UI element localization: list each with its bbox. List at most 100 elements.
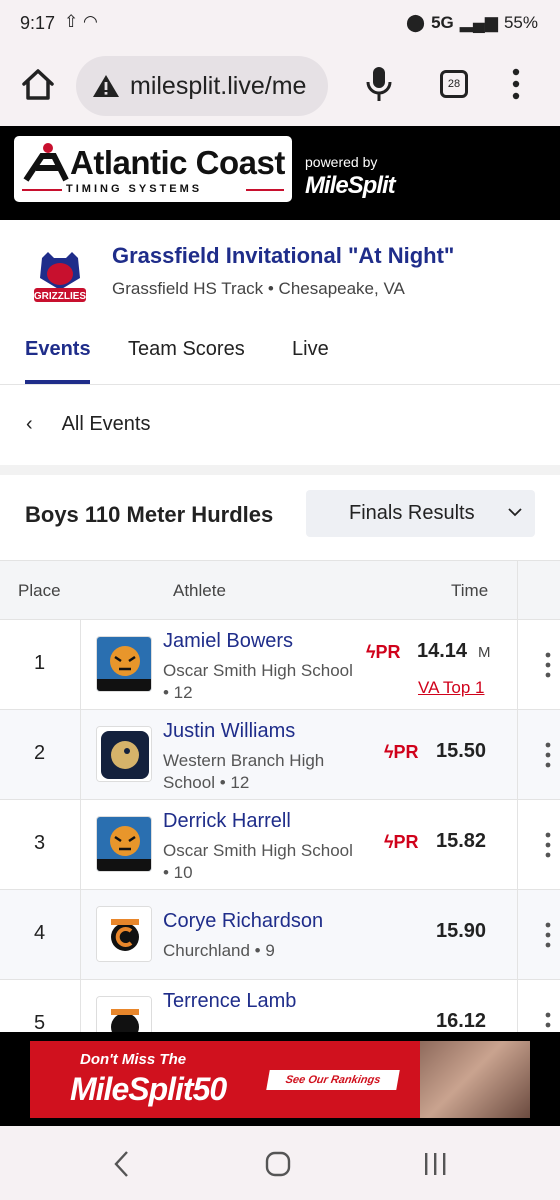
pr-badge: ϟPR xyxy=(366,642,401,663)
tab-events[interactable]: Events xyxy=(25,338,91,361)
rank-link[interactable]: VA Top 1 xyxy=(418,678,484,698)
powered-by-label: powered by xyxy=(305,154,378,170)
system-nav-bar xyxy=(0,1126,560,1200)
location-icon: ⬤ xyxy=(406,13,426,32)
all-events-link[interactable]: ‹ All Events xyxy=(26,413,151,436)
microphone-icon[interactable] xyxy=(364,64,394,104)
truckers-icon xyxy=(97,907,151,961)
tabs-divider xyxy=(0,384,560,385)
more-vert-icon[interactable] xyxy=(545,652,551,678)
header-place: Place xyxy=(18,581,61,600)
tiger-icon xyxy=(97,817,151,871)
section-divider xyxy=(0,465,560,475)
logo-rule-right xyxy=(246,189,284,191)
table-row[interactable]: 3 Derrick Harrell Oscar Smith High Schoo… xyxy=(0,800,560,890)
athlete-name-link[interactable]: Jamiel Bowers xyxy=(163,630,293,653)
signal-icon: ▂▄▆ xyxy=(459,13,498,32)
milesplit-logo[interactable]: MileSplit xyxy=(305,172,396,200)
meet-location: Grassfield HS Track • Chesapeake, VA xyxy=(112,279,405,298)
status-time: 9:17 xyxy=(20,13,56,33)
tab-switcher-button[interactable]: 28 xyxy=(440,70,468,98)
more-vert-icon[interactable] xyxy=(510,68,522,100)
more-vert-icon[interactable] xyxy=(545,832,551,858)
place-cell: 2 xyxy=(34,742,46,764)
home-icon[interactable] xyxy=(18,64,58,104)
tab-live[interactable]: Live xyxy=(292,338,329,361)
ad-line2: MileSplit50 xyxy=(70,1071,227,1107)
round-select[interactable]: Finals Results xyxy=(306,490,535,537)
table-row[interactable]: 2 Justin Williams Western Branch High Sc… xyxy=(0,710,560,800)
more-vert-icon[interactable] xyxy=(545,1012,551,1032)
truckers-icon xyxy=(97,997,151,1032)
time-mark: M xyxy=(478,644,491,661)
ad-photo xyxy=(420,1041,530,1118)
logo-line1: Atlantic Coast xyxy=(70,144,285,181)
site-header: Atlantic Coast TIMING SYSTEMS powered by… xyxy=(0,126,560,220)
pr-badge: ϟPR xyxy=(384,832,419,853)
table-row[interactable]: 4 Corye Richardson Churchland • 9 15.90 xyxy=(0,890,560,980)
ad-slot: Don't Miss The MileSplit50 See Our Ranki… xyxy=(0,1032,560,1126)
network-label: 5G xyxy=(431,13,454,32)
runner-logo-icon xyxy=(23,143,69,182)
oscar-smith-logo xyxy=(96,636,152,692)
athlete-name-link[interactable]: Derrick Harrell xyxy=(163,810,291,833)
time-cell: 15.90 xyxy=(436,920,487,942)
column-divider xyxy=(80,620,81,1032)
bolt-icon: ϟ xyxy=(384,832,394,852)
header-time: Time xyxy=(451,581,489,600)
back-nav-icon[interactable] xyxy=(112,1150,132,1178)
home-nav-icon[interactable] xyxy=(265,1151,291,1177)
round-select-value: Finals Results xyxy=(349,502,475,524)
status-right: ⬤ 5G ▂▄▆ 55% xyxy=(406,13,538,33)
all-events-label: All Events xyxy=(61,413,151,435)
oscar-smith-logo xyxy=(96,816,152,872)
pr-label: PR xyxy=(393,742,419,762)
browser-toolbar: milesplit.live/me 28 xyxy=(0,48,560,126)
recents-nav-icon[interactable] xyxy=(423,1151,447,1177)
column-divider xyxy=(517,560,518,1032)
place-cell: 3 xyxy=(34,832,46,854)
tiger-icon xyxy=(97,637,151,691)
more-vert-icon[interactable] xyxy=(545,922,551,948)
table-row[interactable]: 5 Terrence Lamb 16.12 xyxy=(0,980,560,1032)
table-row[interactable]: 1 Jamiel Bowers Oscar Smith High School … xyxy=(0,620,560,710)
upload-icon: ⇧ ◠ xyxy=(64,12,98,31)
wifi-icon: ◠ xyxy=(82,12,98,31)
grizzlies-logo: GRIZZLIES xyxy=(28,244,92,308)
url-text[interactable]: milesplit.live/me xyxy=(130,72,306,101)
pr-label: PR xyxy=(375,642,401,662)
chevron-left-icon: ‹ xyxy=(26,413,33,435)
more-vert-icon[interactable] xyxy=(545,742,551,768)
athlete-name-link[interactable]: Terrence Lamb xyxy=(163,990,296,1013)
school-label: Western Branch High School • 12 xyxy=(163,751,325,792)
western-branch-logo xyxy=(96,726,152,782)
meet-title: Grassfield Invitational "At Night" xyxy=(112,243,455,268)
time-cell: 15.82 xyxy=(436,830,487,852)
event-title: Boys 110 Meter Hurdles xyxy=(25,502,274,527)
time-cell: 14.14 xyxy=(417,640,468,662)
tab-team-scores[interactable]: Team Scores xyxy=(128,338,245,361)
bolt-icon: ϟ xyxy=(366,642,376,662)
churchland-logo xyxy=(96,996,152,1032)
pr-label: PR xyxy=(393,832,419,852)
status-bar: 9:17 ⇧ ◠ ⬤ 5G ▂▄▆ 55% xyxy=(0,0,560,48)
grizzlies-logo-text: GRIZZLIES xyxy=(34,291,87,302)
churchland-logo xyxy=(96,906,152,962)
time-cell: 15.50 xyxy=(436,740,487,762)
place-cell: 1 xyxy=(34,652,46,674)
athlete-name-link[interactable]: Corye Richardson xyxy=(163,910,323,933)
see-rankings-button[interactable]: See Our Rankings xyxy=(266,1070,400,1090)
school-label: Oscar Smith High School • 12 xyxy=(163,661,353,702)
pr-badge: ϟPR xyxy=(384,742,419,763)
logo-line2: TIMING SYSTEMS xyxy=(66,183,203,195)
acts-logo[interactable]: Atlantic Coast TIMING SYSTEMS xyxy=(14,136,292,202)
warning-icon[interactable] xyxy=(92,73,120,99)
athlete-name-link[interactable]: Justin Williams xyxy=(163,720,295,743)
address-bar[interactable]: milesplit.live/me xyxy=(76,56,328,116)
bruin-icon xyxy=(97,727,151,781)
milesplit50-ad[interactable]: Don't Miss The MileSplit50 See Our Ranki… xyxy=(30,1041,530,1118)
school-label: Churchland • 9 xyxy=(163,941,275,960)
place-cell: 5 xyxy=(34,1012,46,1032)
place-cell: 4 xyxy=(34,922,46,944)
header-athlete: Athlete xyxy=(173,581,226,600)
